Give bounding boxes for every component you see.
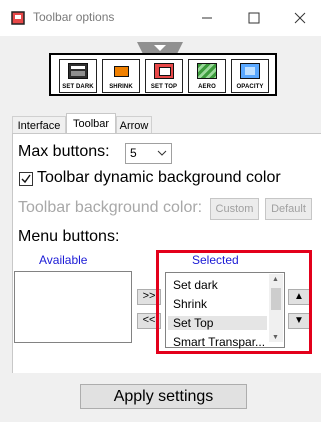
tab-toolbar[interactable]: Toolbar [66,113,116,134]
tab-arrow[interactable]: Arrow [116,116,152,134]
dynamic-bg-checkbox[interactable] [19,172,33,186]
title-bar: Toolbar options [0,0,321,36]
preview-set-dark-button[interactable]: SET DARK [59,59,97,93]
max-buttons-select[interactable]: 5 [125,143,172,164]
max-buttons-label: Max buttons: [18,143,110,160]
toolbar-options-window: Toolbar options SET DARK SHRINK SET TOP … [0,0,321,422]
max-buttons-value: 5 [130,146,137,160]
aero-icon [197,63,217,79]
app-icon [11,11,25,25]
dynamic-bg-label[interactable]: Toolbar dynamic background color [37,169,281,187]
minimize-icon[interactable] [197,8,217,28]
maximize-icon[interactable] [244,8,264,28]
preview-aero-button[interactable]: AERO [188,59,226,93]
bg-color-label: Toolbar background color: [18,199,203,216]
set-dark-icon [68,63,88,79]
close-icon[interactable] [290,8,310,28]
default-color-button[interactable]: Default [265,198,312,220]
available-list[interactable] [14,271,132,343]
toolbar-preview: SET DARK SHRINK SET TOP AERO OPACITY [49,53,277,96]
preview-set-top-button[interactable]: SET TOP [145,59,183,93]
opacity-icon [240,63,260,79]
checkmark-icon [21,174,31,184]
preview-shrink-button[interactable]: SHRINK [102,59,140,93]
preview-opacity-button[interactable]: OPACITY [231,59,269,93]
available-header: Available [39,253,88,267]
apply-settings-button[interactable]: Apply settings [80,384,247,409]
set-top-icon [154,63,174,79]
selected-area-highlight [156,250,312,354]
shrink-icon [111,63,131,79]
menu-buttons-label: Menu buttons: [18,228,120,245]
tab-interface[interactable]: Interface [12,116,66,134]
custom-color-button[interactable]: Custom [210,198,259,220]
chevron-down-icon [157,150,167,156]
window-title: Toolbar options [33,10,115,24]
